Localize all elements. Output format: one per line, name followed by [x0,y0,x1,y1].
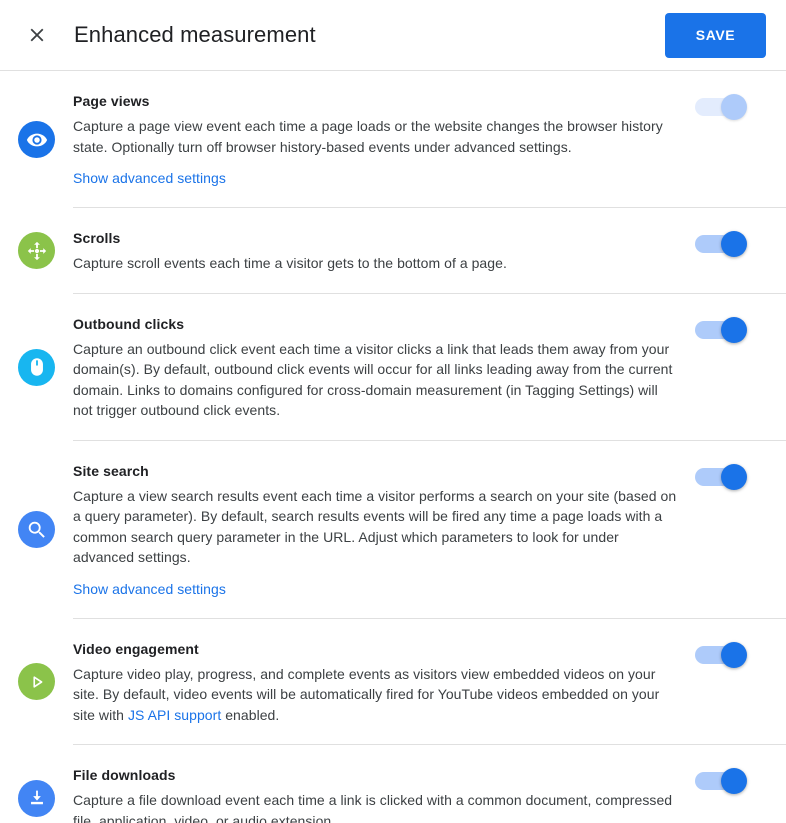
setting-row: File downloads Capture a file download e… [0,745,786,823]
download-icon [18,779,55,817]
close-button[interactable] [22,20,52,50]
description-part-2: enabled. [221,706,280,723]
setting-description: Capture scroll events each time a visito… [73,255,507,271]
setting-title: Site search [73,462,149,479]
setting-text: Outbound clicks Capture an outbound clic… [73,314,695,421]
toggle-thumb [721,768,747,794]
icon-cell [0,71,73,208]
setting-description: Capture an outbound click event each tim… [73,340,673,419]
setting-title: Video engagement [73,640,199,657]
setting-text: Page views Capture a page view event eac… [73,91,695,188]
show-advanced-settings-link[interactable]: Show advanced settings [73,170,226,186]
toggle-cell [695,91,781,120]
setting-description: Capture video play, progress, and comple… [73,664,677,726]
move-arrows-icon [18,232,55,270]
toggle-scrolls[interactable] [695,231,747,257]
play-icon [18,663,55,701]
setting-title: File downloads [73,767,176,783]
mouse-icon [18,348,55,386]
setting-content: Site search Capture a view search result… [73,441,786,619]
setting-content: File downloads Capture a file download e… [73,745,786,823]
setting-row: Page views Capture a page view event eac… [0,71,786,208]
enhanced-measurement-list: Page views Capture a page view event eac… [0,71,786,823]
toggle-thumb [721,641,747,668]
setting-title: Scrolls [73,230,121,246]
setting-text: Site search Capture a view search result… [73,461,695,599]
toggle-thumb [721,94,747,120]
toggle-thumb [721,463,747,490]
setting-text: File downloads Capture a file download e… [73,765,695,823]
setting-description: Capture a file download event each time … [73,792,673,823]
setting-text: Video engagement Capture video play, pro… [73,639,695,726]
toggle-cell [695,228,781,257]
setting-content: Scrolls Capture scroll events each time … [73,208,786,294]
toggle-site-search[interactable] [695,463,747,490]
setting-row: Video engagement Capture video play, pro… [0,619,786,746]
page-title: Enhanced measurement [74,22,316,47]
icon-cell [0,619,73,746]
icon-cell [0,441,73,619]
js-api-support-link[interactable]: JS API support [128,707,221,723]
setting-text: Scrolls Capture scroll events each time … [73,228,695,274]
dialog-header: Enhanced measurement SAVE [0,0,786,71]
toggle-file-downloads[interactable] [695,768,747,794]
toggle-cell [695,639,781,668]
toggle-page-views[interactable] [695,94,747,120]
setting-row: Outbound clicks Capture an outbound clic… [0,294,786,441]
toggle-thumb [721,316,747,343]
icon-cell [0,294,73,441]
setting-description: Capture a page view event each time a pa… [73,118,663,155]
close-icon [26,24,48,46]
setting-content: Outbound clicks Capture an outbound clic… [73,294,786,441]
toggle-cell [695,765,781,794]
setting-row: Site search Capture a view search result… [0,441,786,619]
toggle-video-engagement[interactable] [695,641,747,668]
show-advanced-settings-link[interactable]: Show advanced settings [73,581,226,597]
toggle-cell [695,314,781,343]
toggle-cell [695,461,781,490]
save-button[interactable]: SAVE [665,12,766,58]
toggle-thumb [721,231,747,257]
setting-row: Scrolls Capture scroll events each time … [0,208,786,294]
setting-content: Video engagement Capture video play, pro… [73,619,786,745]
setting-description: Capture a view search results event each… [73,487,677,566]
setting-title: Page views [73,93,150,109]
eye-icon [18,121,55,158]
icon-cell [0,745,73,823]
search-icon [18,511,55,548]
icon-cell [0,208,73,294]
toggle-outbound-clicks[interactable] [695,316,747,343]
setting-content: Page views Capture a page view event eac… [73,71,786,208]
setting-title: Outbound clicks [73,315,185,332]
